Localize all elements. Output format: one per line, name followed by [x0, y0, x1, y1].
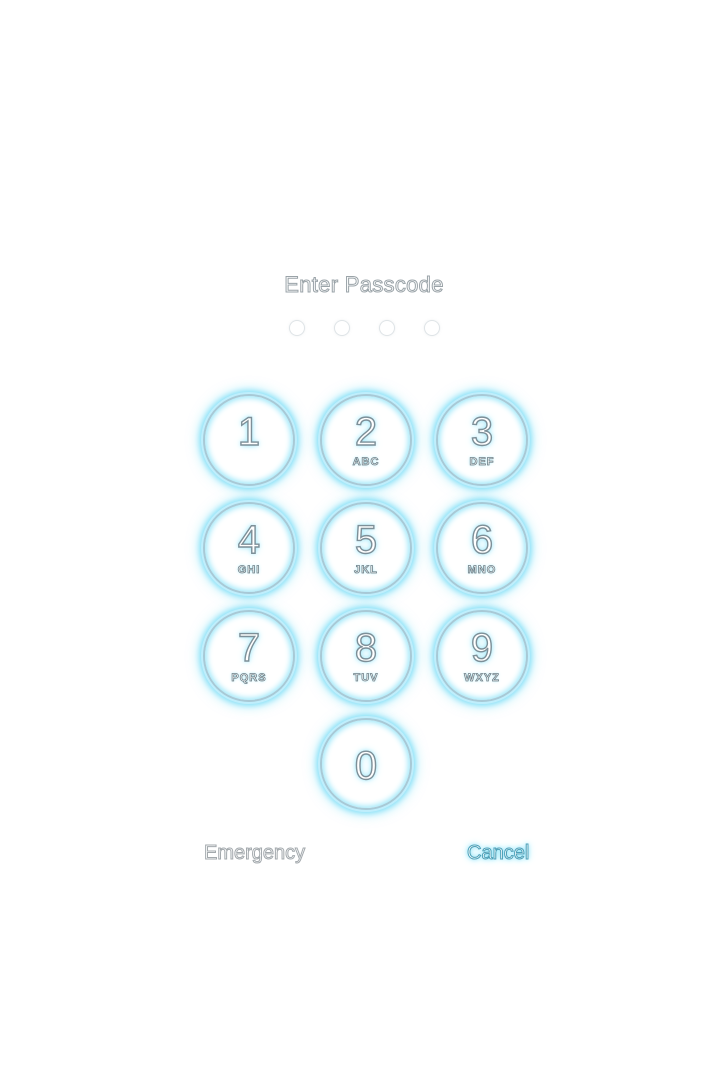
key-digit: 2 — [354, 409, 378, 454]
key-letters: PQRS — [231, 672, 267, 685]
key-1-button[interactable]: 1 — [203, 394, 295, 486]
page-title: Enter Passcode — [284, 272, 444, 298]
key-digit: 6 — [470, 517, 494, 562]
passcode-dot — [379, 321, 394, 335]
key-6-button[interactable]: 6 MNO — [436, 502, 528, 594]
passcode-dots — [0, 321, 728, 335]
key-letters: MNO — [467, 564, 497, 577]
key-digit: 1 — [237, 409, 261, 454]
key-letters: TUV — [353, 672, 379, 685]
key-letters: JKL — [354, 564, 378, 577]
key-0-button[interactable]: 0 — [320, 718, 412, 810]
key-letters: WXYZ — [464, 672, 500, 685]
key-digit: 7 — [237, 625, 261, 670]
key-digit: 5 — [354, 517, 378, 562]
key-8-button[interactable]: 8 TUV — [320, 610, 412, 702]
key-4-button[interactable]: 4 GHI — [203, 502, 295, 594]
key-letters: ABC — [352, 456, 380, 469]
key-2-button[interactable]: 2 ABC — [320, 394, 412, 486]
key-3-button[interactable]: 3 DEF — [436, 394, 528, 486]
key-digit: 9 — [470, 625, 494, 670]
passcode-dot — [424, 321, 439, 335]
passcode-dot — [289, 321, 304, 335]
key-7-button[interactable]: 7 PQRS — [203, 610, 295, 702]
key-9-button[interactable]: 9 WXYZ — [436, 610, 528, 702]
key-letters: DEF — [469, 456, 495, 469]
key-5-button[interactable]: 5 JKL — [320, 502, 412, 594]
lock-screen: Enter Passcode 1 2 ABC 3 DEF 4 GHI 5 JKL… — [0, 0, 728, 1080]
cancel-button[interactable]: Cancel — [466, 842, 529, 865]
key-digit: 8 — [354, 625, 378, 670]
key-digit: 0 — [354, 743, 378, 788]
passcode-dot — [334, 321, 349, 335]
key-digit: 3 — [470, 409, 494, 454]
key-letters: GHI — [237, 564, 261, 577]
key-digit: 4 — [237, 517, 261, 562]
emergency-button[interactable]: Emergency — [203, 842, 305, 865]
